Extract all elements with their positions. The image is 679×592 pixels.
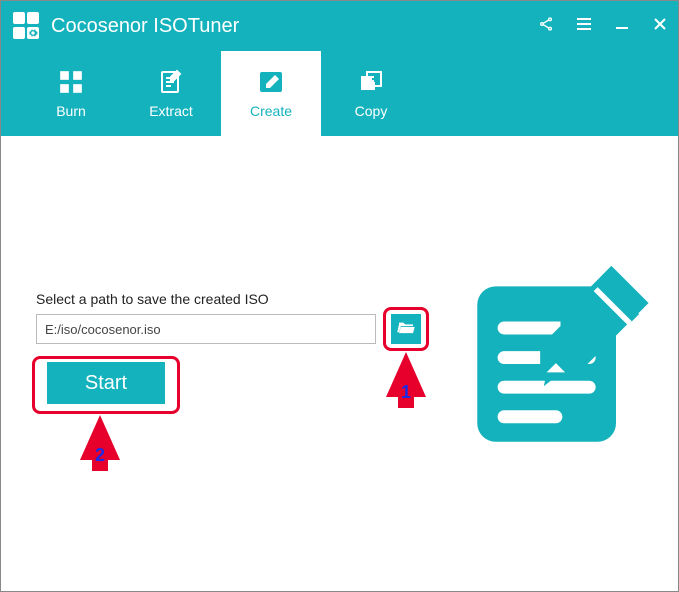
app-logo-icon (13, 12, 41, 40)
tab-label: Extract (149, 103, 193, 119)
app-title: Cocosenor ISOTuner (51, 15, 239, 38)
extract-icon (159, 69, 183, 95)
minimize-icon[interactable] (614, 16, 630, 37)
create-illustration-icon (468, 266, 653, 456)
menu-icon[interactable] (576, 17, 592, 36)
window-controls (538, 1, 668, 51)
path-label: Select a path to save the created ISO (36, 291, 269, 307)
tabs-bar: Burn Extract Create Copy (1, 51, 678, 136)
title-bar: Cocosenor ISOTuner (1, 1, 678, 51)
create-icon (258, 69, 284, 95)
tab-label: Copy (355, 103, 388, 119)
content-area: Select a path to save the created ISO St… (1, 136, 678, 591)
tab-burn[interactable]: Burn (21, 51, 121, 136)
close-icon[interactable] (652, 16, 668, 37)
copy-icon (358, 69, 384, 95)
burn-icon (58, 69, 84, 95)
tab-create[interactable]: Create (221, 51, 321, 136)
tab-label: Burn (56, 103, 86, 119)
tab-extract[interactable]: Extract (121, 51, 221, 136)
tab-copy[interactable]: Copy (321, 51, 421, 136)
start-button[interactable]: Start (47, 362, 165, 404)
browse-button[interactable] (391, 314, 421, 344)
folder-open-icon (397, 320, 415, 339)
tab-label: Create (250, 103, 292, 119)
share-icon[interactable] (538, 16, 554, 37)
path-input[interactable] (36, 314, 376, 344)
